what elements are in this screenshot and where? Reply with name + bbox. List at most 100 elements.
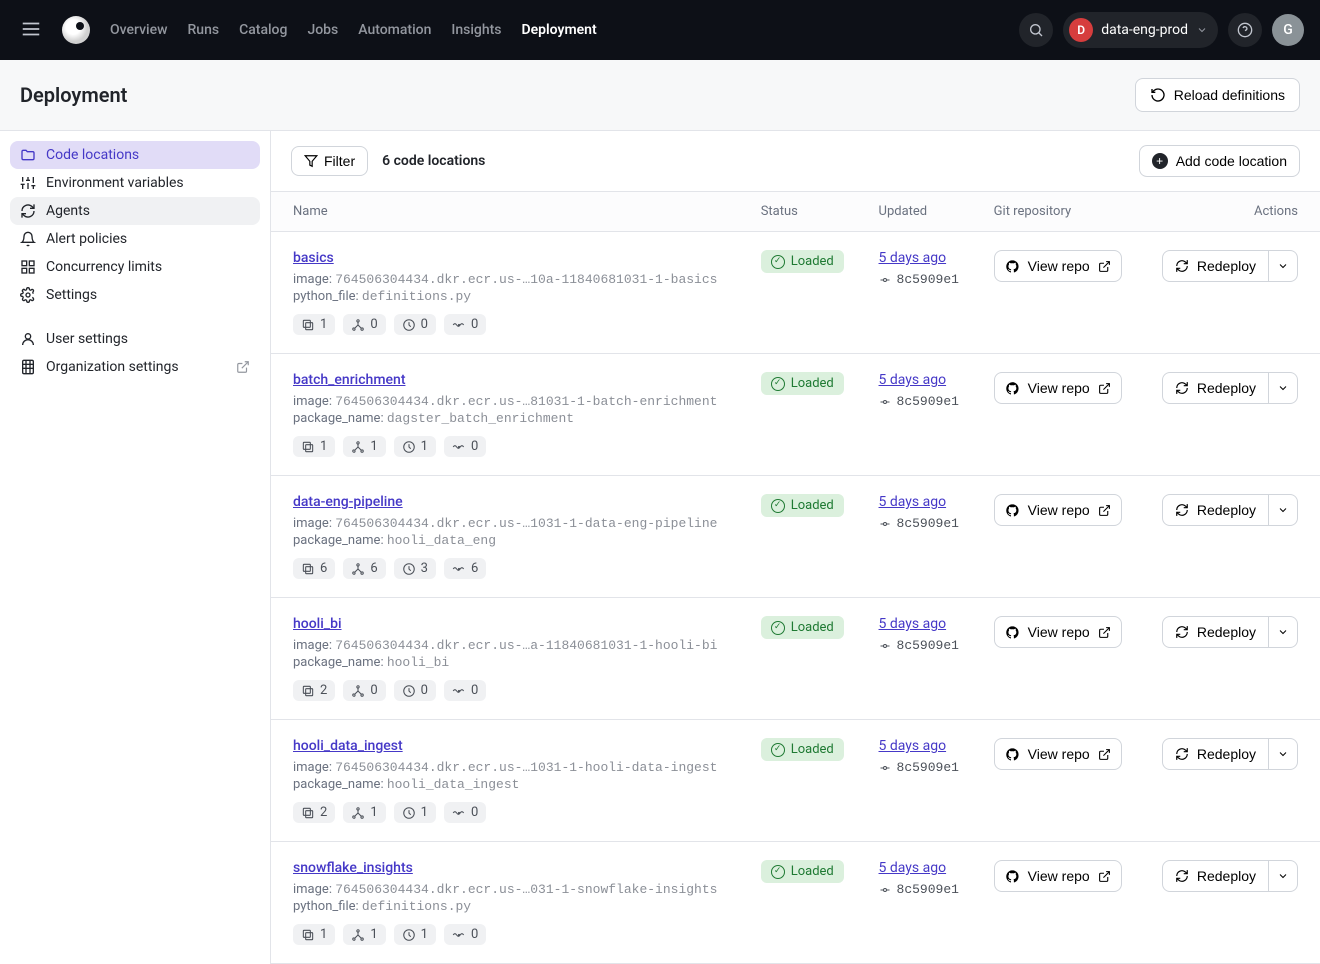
- nav-link-insights[interactable]: Insights: [451, 22, 501, 38]
- nav-link-overview[interactable]: Overview: [110, 22, 167, 38]
- redeploy-button[interactable]: Redeploy: [1162, 494, 1269, 526]
- redeploy-menu-button[interactable]: [1269, 372, 1298, 404]
- count-badge[interactable]: 1: [293, 436, 335, 457]
- location-name-link[interactable]: snowflake_insights: [293, 860, 729, 876]
- sidebar-item-label: Alert policies: [46, 231, 127, 247]
- hamburger-menu-button[interactable]: [16, 14, 46, 47]
- view-repo-button[interactable]: View repo: [994, 372, 1122, 404]
- count-badge[interactable]: 1: [394, 802, 436, 823]
- view-repo-button[interactable]: View repo: [994, 616, 1122, 648]
- search-button[interactable]: [1019, 13, 1053, 47]
- count-badge[interactable]: 0: [444, 924, 486, 945]
- sliders-icon: [20, 175, 36, 191]
- count-badge[interactable]: 1: [293, 314, 335, 335]
- count-badge[interactable]: 0: [444, 680, 486, 701]
- bell-icon: [20, 231, 36, 247]
- external-link-icon: [1098, 260, 1111, 273]
- view-repo-button[interactable]: View repo: [994, 738, 1122, 770]
- badge-icon: [351, 928, 365, 942]
- count-badge[interactable]: 6: [293, 558, 335, 579]
- reload-label: Reload definitions: [1174, 87, 1285, 103]
- sidebar-item-user-settings[interactable]: User settings: [10, 325, 260, 353]
- badge-icon: [301, 684, 315, 698]
- count-badge[interactable]: 1: [343, 924, 385, 945]
- table-row: hooli_bi image: 764506304434.dkr.ecr.us-……: [271, 598, 1320, 720]
- user-avatar[interactable]: G: [1272, 14, 1304, 46]
- folder-icon: [20, 147, 36, 163]
- view-repo-button[interactable]: View repo: [994, 494, 1122, 526]
- redeploy-button[interactable]: Redeploy: [1162, 372, 1269, 404]
- count-badge[interactable]: 0: [444, 314, 486, 335]
- view-repo-button[interactable]: View repo: [994, 250, 1122, 282]
- location-name-link[interactable]: hooli_bi: [293, 616, 729, 632]
- sidebar-item-concurrency-limits[interactable]: Concurrency limits: [10, 253, 260, 281]
- count-badge[interactable]: 3: [394, 558, 436, 579]
- count-badge[interactable]: 0: [394, 314, 436, 335]
- deployment-name: data-eng-prod: [1101, 22, 1188, 38]
- location-name-link[interactable]: batch_enrichment: [293, 372, 729, 388]
- deployment-selector[interactable]: D data-eng-prod: [1063, 12, 1218, 48]
- reload-definitions-button[interactable]: Reload definitions: [1135, 78, 1300, 112]
- count-badge[interactable]: 1: [343, 802, 385, 823]
- check-circle-icon: [771, 621, 785, 635]
- updated-link[interactable]: 5 days ago: [879, 860, 962, 876]
- external-link-icon: [1098, 870, 1111, 883]
- count-badge[interactable]: 2: [293, 680, 335, 701]
- updated-link[interactable]: 5 days ago: [879, 494, 962, 510]
- count-badge[interactable]: 0: [394, 680, 436, 701]
- updated-link[interactable]: 5 days ago: [879, 616, 962, 632]
- nav-link-deployment[interactable]: Deployment: [522, 22, 597, 38]
- count-badge[interactable]: 2: [293, 802, 335, 823]
- image-line: image: 764506304434.dkr.ecr.us-…a-118406…: [293, 638, 729, 653]
- updated-link[interactable]: 5 days ago: [879, 250, 962, 266]
- redeploy-menu-button[interactable]: [1269, 250, 1298, 282]
- sidebar-item-code-locations[interactable]: Code locations: [10, 141, 260, 169]
- redeploy-menu-button[interactable]: [1269, 494, 1298, 526]
- count-badge[interactable]: 6: [444, 558, 486, 579]
- logo[interactable]: [62, 16, 90, 44]
- filter-label: Filter: [324, 153, 355, 169]
- count-badge[interactable]: 6: [343, 558, 385, 579]
- updated-link[interactable]: 5 days ago: [879, 372, 962, 388]
- badge-icon: [452, 440, 466, 454]
- count-badge[interactable]: 1: [343, 436, 385, 457]
- add-label: Add code location: [1176, 153, 1287, 169]
- sidebar-item-organization-settings[interactable]: Organization settings: [10, 353, 260, 381]
- location-name-link[interactable]: hooli_data_ingest: [293, 738, 729, 754]
- location-name-link[interactable]: data-eng-pipeline: [293, 494, 729, 510]
- filter-icon: [304, 154, 318, 168]
- image-line: image: 764506304434.dkr.ecr.us-…1031-1-h…: [293, 760, 729, 775]
- badge-icon: [452, 562, 466, 576]
- count-badge[interactable]: 1: [293, 924, 335, 945]
- building-icon: [20, 359, 36, 375]
- nav-link-automation[interactable]: Automation: [358, 22, 431, 38]
- nav-link-catalog[interactable]: Catalog: [239, 22, 287, 38]
- count-badge[interactable]: 0: [343, 314, 385, 335]
- redeploy-button[interactable]: Redeploy: [1162, 250, 1269, 282]
- nav-link-runs[interactable]: Runs: [187, 22, 219, 38]
- redeploy-button[interactable]: Redeploy: [1162, 738, 1269, 770]
- location-name-link[interactable]: basics: [293, 250, 729, 266]
- count-badge[interactable]: 0: [343, 680, 385, 701]
- count-badge[interactable]: 1: [394, 924, 436, 945]
- view-repo-button[interactable]: View repo: [994, 860, 1122, 892]
- sidebar-item-environment-variables[interactable]: Environment variables: [10, 169, 260, 197]
- filter-button[interactable]: Filter: [291, 146, 368, 176]
- sidebar-item-settings[interactable]: Settings: [10, 281, 260, 309]
- updated-link[interactable]: 5 days ago: [879, 738, 962, 754]
- commit-hash: 8c5909e1: [879, 516, 962, 531]
- sidebar-item-agents[interactable]: Agents: [10, 197, 260, 225]
- redeploy-button[interactable]: Redeploy: [1162, 616, 1269, 648]
- redeploy-menu-button[interactable]: [1269, 860, 1298, 892]
- redeploy-menu-button[interactable]: [1269, 738, 1298, 770]
- sidebar-item-alert-policies[interactable]: Alert policies: [10, 225, 260, 253]
- count-badge[interactable]: 0: [444, 802, 486, 823]
- count-badge[interactable]: 1: [394, 436, 436, 457]
- help-button[interactable]: [1228, 13, 1262, 47]
- add-code-location-button[interactable]: + Add code location: [1139, 145, 1300, 177]
- count-badge[interactable]: 0: [444, 436, 486, 457]
- redeploy-button[interactable]: Redeploy: [1162, 860, 1269, 892]
- commit-icon: [879, 396, 891, 408]
- redeploy-menu-button[interactable]: [1269, 616, 1298, 648]
- nav-link-jobs[interactable]: Jobs: [307, 22, 338, 38]
